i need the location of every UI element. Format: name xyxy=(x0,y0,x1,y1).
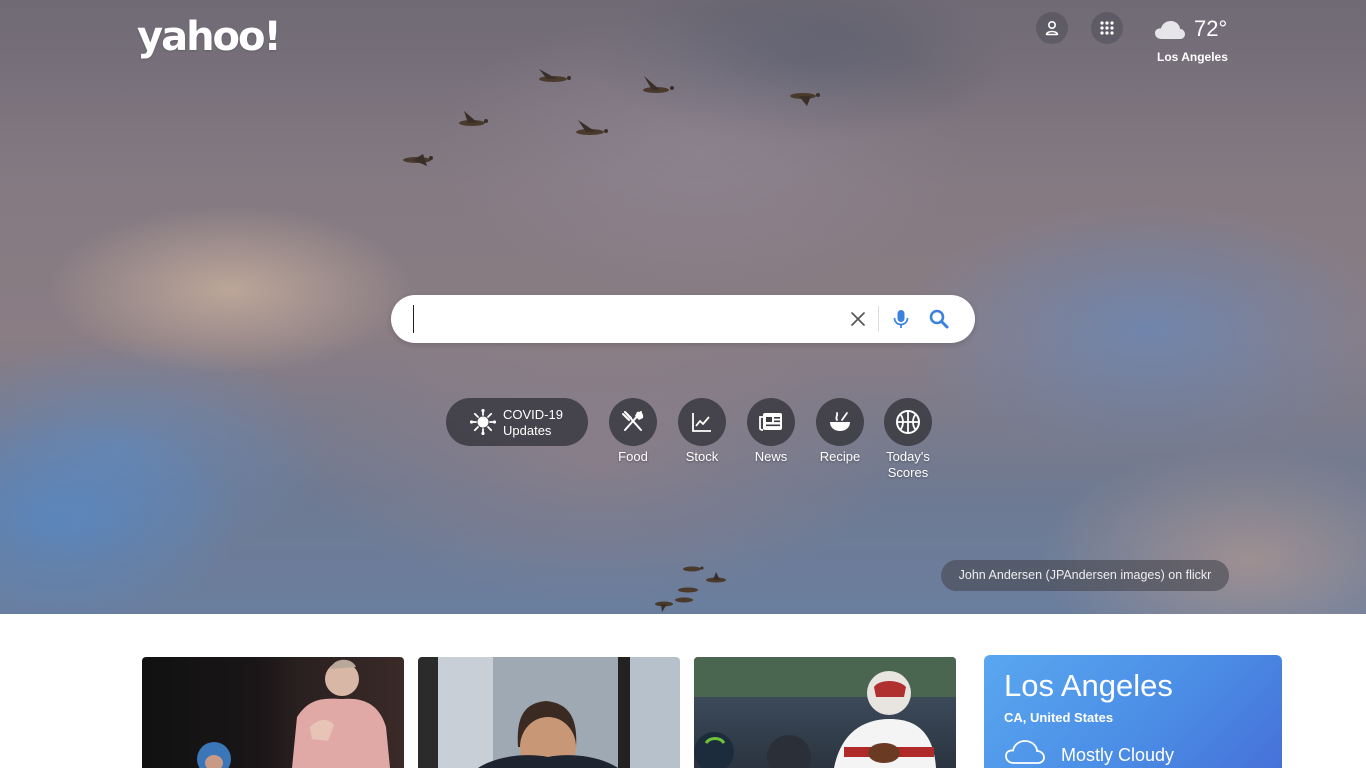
shortcut-food[interactable]: Food xyxy=(598,398,668,465)
utensils-icon xyxy=(622,411,644,431)
shortcut-label: Recipe xyxy=(819,449,861,464)
goose xyxy=(403,154,433,166)
yahoo-logo[interactable]: yahoo! xyxy=(137,14,282,60)
shortcut-label: COVID-19 Updates xyxy=(503,407,563,438)
cloud-icon xyxy=(1155,21,1185,39)
goose xyxy=(790,93,820,106)
news-card-3[interactable] xyxy=(694,657,956,768)
shortcut-covid[interactable]: COVID-19 Updates xyxy=(446,398,588,446)
goose xyxy=(655,601,673,612)
profile-button[interactable] xyxy=(1036,12,1068,44)
shortcut-button[interactable] xyxy=(884,398,932,446)
search-input[interactable] xyxy=(413,305,833,333)
goose xyxy=(576,120,608,135)
news-card-1[interactable] xyxy=(142,657,404,768)
goose xyxy=(539,69,571,82)
news-card-2[interactable] xyxy=(418,657,680,768)
weather-card-region: CA, United States xyxy=(1004,710,1114,725)
search-bar xyxy=(391,295,975,343)
apps-button[interactable] xyxy=(1091,12,1123,44)
goose xyxy=(459,111,488,126)
virus-icon xyxy=(470,409,496,435)
news-thumbnail-image xyxy=(197,659,390,768)
hero-background: yahoo! 72° Los Angeles COVID-19 Updates … xyxy=(0,0,1366,614)
chart-line-icon xyxy=(692,413,711,432)
header-controls: 72° Los Angeles xyxy=(1036,12,1246,72)
shortcut-button[interactable] xyxy=(609,398,657,446)
photo-credit-link[interactable]: John Andersen (JPAndersen images) on fli… xyxy=(941,560,1229,591)
goose xyxy=(706,572,726,583)
shortcut-label: Food xyxy=(618,449,648,464)
newspaper-icon xyxy=(759,413,782,431)
weather-card[interactable]: Los Angeles CA, United States Mostly Clo… xyxy=(984,655,1282,768)
news-thumbnail-image xyxy=(478,701,618,768)
ball-icon xyxy=(896,410,920,434)
shortcut-label: Today's Scores xyxy=(886,449,930,480)
news-thumbnail-image xyxy=(694,657,956,768)
header-temperature: 72° xyxy=(1194,16,1228,41)
shortcut-stock[interactable]: Stock xyxy=(667,398,737,465)
search-divider xyxy=(878,306,879,332)
shortcut-button[interactable] xyxy=(747,398,795,446)
bowl-icon xyxy=(830,412,850,431)
shortcut-scores[interactable]: Today's Scores xyxy=(873,398,943,481)
shortcut-button[interactable] xyxy=(678,398,726,446)
microphone-icon[interactable] xyxy=(891,308,911,330)
shortcut-label: News xyxy=(754,449,788,464)
weather-card-condition: Mostly Cloudy xyxy=(1061,745,1175,765)
weather-card-city: Los Angeles xyxy=(1004,668,1173,703)
shortcut-news[interactable]: News xyxy=(736,398,806,465)
goose xyxy=(683,566,704,572)
header-weather-city: Los Angeles xyxy=(1157,50,1228,64)
shortcut-recipe[interactable]: Recipe xyxy=(805,398,875,465)
user-icon xyxy=(1045,20,1059,36)
goose xyxy=(678,587,698,593)
close-icon[interactable] xyxy=(848,309,868,329)
goose xyxy=(643,76,674,93)
shortcut-label: Stock xyxy=(685,449,719,464)
cloud-icon xyxy=(1005,740,1045,764)
search-icon[interactable] xyxy=(928,308,950,330)
grid-icon xyxy=(1100,21,1114,35)
shortcut-button[interactable] xyxy=(816,398,864,446)
goose xyxy=(675,597,693,603)
